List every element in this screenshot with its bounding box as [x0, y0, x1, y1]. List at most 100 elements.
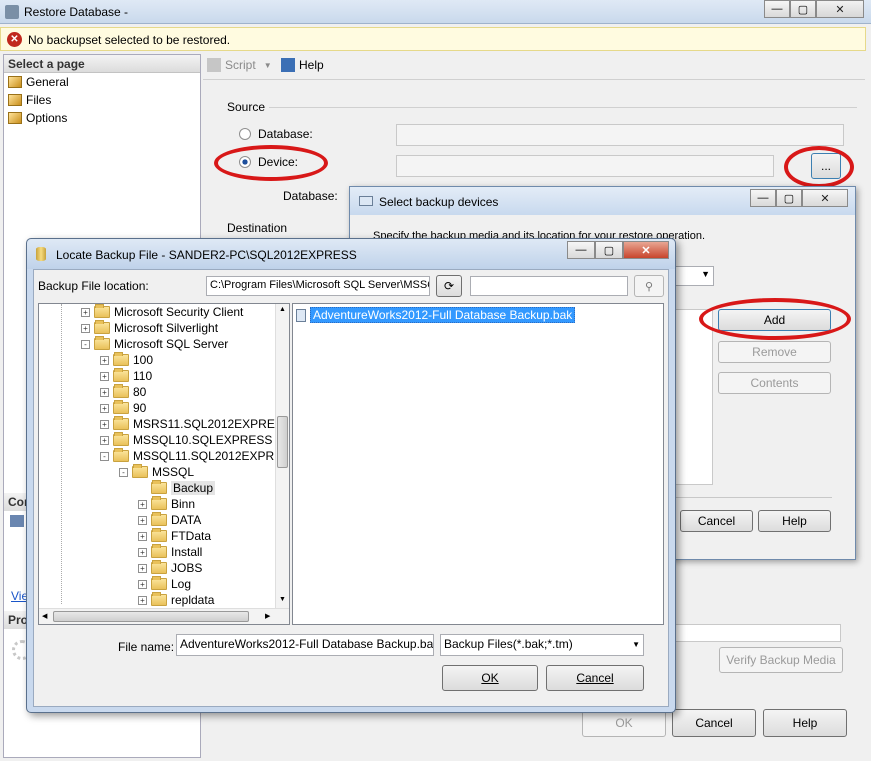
tree-item[interactable]: - MSSQL11.SQL2012EXPRESS — [100, 448, 275, 464]
database-select[interactable] — [396, 124, 844, 146]
script-button[interactable]: Script▼ — [207, 58, 272, 72]
expand-icon[interactable]: + — [138, 548, 147, 557]
collapse-icon[interactable]: - — [81, 340, 90, 349]
expand-icon[interactable]: + — [138, 596, 147, 605]
tree-item[interactable]: +JOBS — [138, 560, 202, 576]
dropdown-arrow-icon: ▼ — [632, 640, 640, 653]
devices-maximize-button[interactable]: ▢ — [776, 189, 802, 207]
tree-item[interactable]: +Microsoft Silverlight — [81, 320, 218, 336]
folder-icon — [151, 530, 167, 542]
tree-item-label: FTData — [171, 529, 211, 543]
help-button[interactable]: Help — [281, 58, 324, 72]
tree-vertical-scrollbar[interactable]: ▲ ▼ — [275, 304, 289, 608]
tree-horizontal-scrollbar[interactable]: ◀ ▶ — [39, 608, 289, 624]
tree-item-label: MSSQL11.SQL2012EXPRESS — [133, 449, 275, 463]
scroll-right-icon[interactable]: ▶ — [265, 612, 270, 620]
tree-item[interactable]: -MSSQL — [119, 464, 194, 480]
expand-icon[interactable]: + — [100, 404, 109, 413]
devices-title-bar: Select backup devices — ▢ ✕ — [350, 187, 855, 215]
tree-scroll-thumb[interactable] — [277, 416, 288, 468]
source-divider — [269, 107, 857, 108]
scroll-down-icon[interactable]: ▼ — [279, 596, 286, 603]
tree-item[interactable]: -Microsoft SQL Server — [81, 336, 228, 352]
devices-minimize-button[interactable]: — — [750, 189, 776, 207]
folder-icon — [113, 354, 129, 366]
expand-icon[interactable]: + — [138, 516, 147, 525]
expand-icon[interactable]: + — [138, 532, 147, 541]
tree-item[interactable]: +Microsoft Security Client — [81, 304, 243, 320]
collapse-icon[interactable]: - — [100, 452, 109, 461]
expand-icon[interactable]: + — [138, 580, 147, 589]
locate-close-button[interactable]: ✕ — [623, 241, 669, 259]
expand-icon[interactable]: + — [138, 500, 147, 509]
file-list[interactable]: AdventureWorks2012-Full Database Backup.… — [292, 303, 664, 625]
close-button[interactable]: ✕ — [816, 0, 864, 18]
expand-icon[interactable]: + — [100, 372, 109, 381]
remove-device-button[interactable]: Remove — [718, 341, 831, 363]
tree-item[interactable]: +80 — [100, 384, 146, 400]
main-title-bar: Restore Database - — ▢ ✕ — [0, 0, 871, 24]
page-item-label: Files — [26, 93, 51, 107]
restore-plan-grid[interactable] — [673, 624, 841, 642]
tree-item[interactable]: +MSRS11.SQL2012EXPRESS — [100, 416, 275, 432]
file-name-field[interactable]: AdventureWorks2012-Full Database Backup.… — [176, 634, 434, 656]
scroll-left-icon[interactable]: ◀ — [42, 612, 47, 620]
maximize-button[interactable]: ▢ — [790, 0, 816, 18]
minimize-button[interactable]: — — [764, 0, 790, 18]
expand-icon[interactable]: + — [100, 356, 109, 365]
expand-icon[interactable]: + — [100, 388, 109, 397]
file-search-input[interactable] — [470, 276, 628, 296]
file-name-label: File name: — [118, 640, 174, 654]
main-cancel-button[interactable]: Cancel — [672, 709, 756, 737]
page-item-general[interactable]: General — [8, 75, 69, 89]
backup-media-list[interactable] — [670, 309, 713, 485]
tree-item[interactable]: +Binn — [138, 496, 195, 512]
tree-item[interactable]: +100 — [100, 352, 153, 368]
folder-icon — [151, 514, 167, 526]
devices-divider — [670, 497, 832, 498]
locate-maximize-button[interactable]: ▢ — [595, 241, 623, 259]
tree-hscroll-thumb[interactable] — [53, 611, 249, 622]
tree-item[interactable]: +Install — [138, 544, 202, 560]
page-icon — [8, 76, 22, 88]
tree-item[interactable]: +90 — [100, 400, 146, 416]
folder-icon — [113, 418, 129, 430]
folder-tree[interactable]: +Microsoft Security Client+Microsoft Sil… — [38, 303, 290, 625]
device-path-field[interactable] — [396, 155, 774, 177]
expand-icon[interactable]: + — [81, 308, 90, 317]
locate-cancel-button[interactable]: Cancel — [546, 665, 644, 691]
collapse-icon[interactable]: - — [119, 468, 128, 477]
page-item-options[interactable]: Options — [8, 111, 67, 125]
expand-icon[interactable]: + — [81, 324, 90, 333]
expand-icon[interactable]: + — [100, 436, 109, 445]
tree-item[interactable]: +repldata — [138, 592, 214, 608]
tree-item[interactable]: +DATA — [138, 512, 201, 528]
backup-file-location-field[interactable]: C:\Program Files\Microsoft SQL Server\MS… — [206, 276, 430, 296]
expand-icon[interactable]: + — [138, 564, 147, 573]
database-radio[interactable]: Database: — [239, 127, 313, 141]
main-ok-button[interactable]: OK — [582, 709, 666, 737]
devices-close-button[interactable]: ✕ — [802, 189, 848, 207]
main-help-button[interactable]: Help — [763, 709, 847, 737]
contents-button[interactable]: Contents — [718, 372, 831, 394]
tree-item[interactable]: +MSSQL10.SQLEXPRESS — [100, 432, 272, 448]
page-item-files[interactable]: Files — [8, 93, 51, 107]
locate-minimize-button[interactable]: — — [567, 241, 595, 259]
devices-cancel-button[interactable]: Cancel — [680, 510, 753, 532]
tree-item[interactable]: Backup — [138, 480, 215, 496]
file-search-button[interactable]: ⚲ — [634, 275, 664, 297]
expand-icon[interactable]: + — [100, 420, 109, 429]
file-item[interactable]: AdventureWorks2012-Full Database Backup.… — [296, 307, 575, 323]
scroll-up-icon[interactable]: ▲ — [279, 306, 286, 313]
folder-icon — [113, 370, 129, 382]
tree-item[interactable]: +Log — [138, 576, 191, 592]
locate-ok-button[interactable]: OK — [442, 665, 538, 691]
folder-icon — [151, 498, 167, 510]
verify-backup-media-button[interactable]: Verify Backup Media — [719, 647, 843, 673]
tree-item[interactable]: +110 — [100, 368, 152, 384]
refresh-button[interactable]: ⟳ — [436, 275, 462, 297]
help-icon — [281, 58, 295, 72]
file-type-select[interactable]: Backup Files(*.bak;*.tm)▼ — [440, 634, 644, 656]
tree-item[interactable]: + FTData — [138, 528, 211, 544]
devices-help-button[interactable]: Help — [758, 510, 831, 532]
